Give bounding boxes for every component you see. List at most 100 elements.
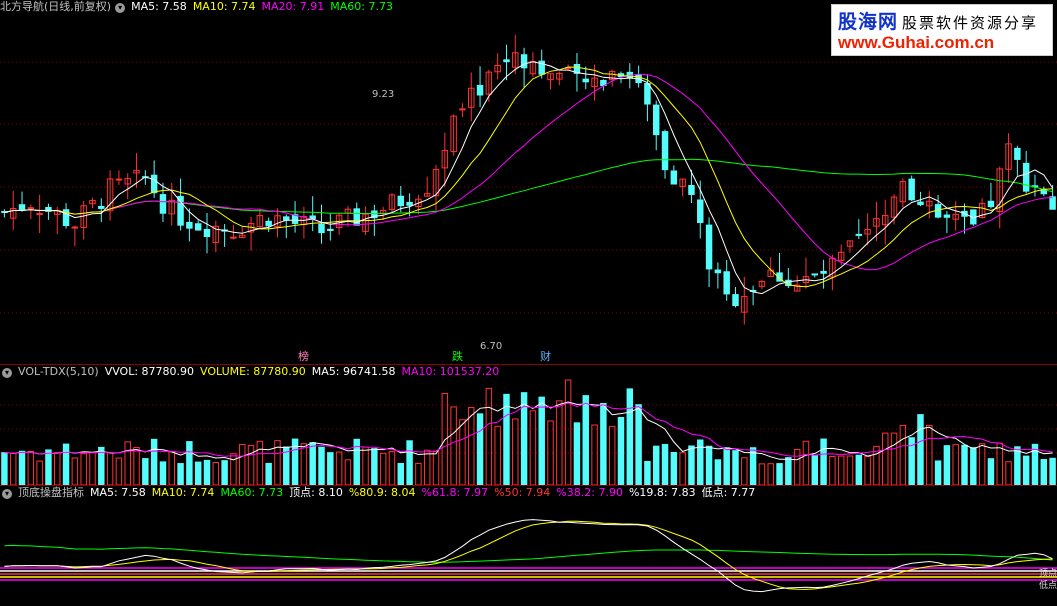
volume-bar [644, 460, 651, 486]
toggle-volume-icon[interactable]: ▾ [2, 368, 12, 378]
volume-bar [335, 451, 343, 486]
stock-chart-window: 北方导航(日线,前复权) ▾ MA5: 7.58 MA10: 7.74 MA20: 7.… [0, 0, 1057, 606]
candle-body [397, 195, 405, 207]
high-price-label: 9.23 [372, 89, 395, 100]
volume-bar [397, 462, 405, 486]
ind-ma10-line [4, 520, 1053, 590]
volume-bar [406, 440, 413, 486]
volume-bar [1049, 457, 1056, 486]
volume-chart[interactable] [0, 365, 1057, 486]
volume-bar [27, 451, 35, 486]
volume-readout: VOLUME: 87780.90 [200, 365, 306, 378]
candle-body [203, 229, 211, 238]
ind-p809: %80.9: 8.04 [348, 486, 416, 499]
ma10-readout: MA10: 7.74 [192, 0, 256, 13]
volume-bar [98, 446, 105, 486]
volume-bar [882, 432, 889, 486]
volume-bar [309, 442, 316, 486]
candle-body [186, 221, 193, 229]
ma20-line [4, 73, 1053, 271]
volume-bar [864, 456, 871, 486]
indicator-panel[interactable]: ▾ 顶底操盘指标 MA5: 7.58 MA10: 7.74 MA60: 7.73 顶点: … [0, 485, 1057, 606]
volume-header: ▾ VOL-TDX(5,10) VVOL: 87780.90 VOLUME: 8778… [0, 365, 505, 379]
vol-title: VOL-TDX(5,10) [18, 365, 99, 378]
volume-bar [961, 444, 968, 486]
event-marker-die[interactable]: 跌 [452, 348, 463, 364]
candle-body [159, 194, 167, 214]
volume-bar [71, 457, 79, 486]
volume-bar [767, 463, 774, 486]
volume-bar [688, 445, 695, 486]
volume-bar [265, 462, 272, 486]
price-panel[interactable]: 北方导航(日线,前复权) ▾ MA5: 7.58 MA10: 7.74 MA20: 7.… [0, 0, 1057, 364]
volume-bar [970, 447, 977, 486]
volume-bar [732, 450, 739, 486]
candle-body [820, 270, 827, 274]
candle-body [644, 82, 651, 105]
volume-bar [802, 440, 810, 486]
ind-title: 顶底操盘指标 [18, 486, 84, 499]
candle-body [697, 199, 704, 223]
vvol-readout: VVOL: 87780.90 [104, 365, 195, 378]
volume-bar [203, 459, 211, 486]
event-marker-bang[interactable]: 榜 [298, 348, 309, 364]
volume-bar [432, 450, 440, 486]
volume-bar [899, 424, 907, 486]
ind-ma5: MA5: 7.58 [90, 486, 146, 499]
volume-bar [723, 447, 730, 486]
volume-bar [36, 460, 43, 486]
event-marker-cai[interactable]: 财 [540, 348, 551, 364]
stock-title: 北方导航(日线,前复权) [0, 0, 112, 13]
ind-low: 低点: 7.77 [701, 486, 756, 499]
toggle-indicator-icon[interactable]: ▾ [115, 3, 126, 13]
volume-bar [9, 453, 17, 486]
indicator-chart[interactable] [0, 486, 1057, 606]
indicator-header: ▾ 顶底操盘指标 MA5: 7.58 MA10: 7.74 MA60: 7.73 顶点: … [0, 486, 761, 500]
volume-bar [820, 438, 827, 486]
volume-bar [661, 444, 669, 486]
candle-body [811, 273, 819, 276]
logo-url: www.Guhai.com.cn [838, 33, 995, 52]
volume-bar [600, 402, 607, 486]
volume-bar [952, 444, 959, 486]
volume-bar [582, 395, 589, 486]
volume-bar [635, 404, 642, 486]
volume-bar [837, 455, 845, 486]
candle-body [714, 269, 722, 274]
volume-bar [556, 400, 563, 486]
ma10-line [4, 66, 1053, 288]
volume-bar [230, 453, 237, 486]
volume-bar [538, 396, 545, 486]
volume-bar [212, 462, 220, 486]
ind-top: 顶点: 8.10 [289, 486, 343, 499]
volume-panel[interactable]: ▾ VOL-TDX(5,10) VVOL: 87780.90 VOLUME: 8778… [0, 364, 1057, 486]
volume-bar [388, 451, 396, 486]
ind-p382: %38.2: 7.90 [556, 486, 623, 499]
volume-bar [934, 460, 942, 486]
volume-bar [256, 440, 264, 486]
volume-bar [194, 461, 202, 486]
volume-bar [705, 445, 713, 486]
candle-body [670, 170, 678, 185]
volume-bar [115, 457, 123, 486]
volume-bar [652, 445, 660, 486]
volume-bar [855, 454, 863, 486]
toggle-indicator-panel-icon[interactable]: ▾ [2, 489, 12, 499]
vol-ma5-readout: MA5: 96741.58 [311, 365, 396, 378]
volume-bar [873, 445, 880, 486]
candle-body [265, 220, 272, 227]
volume-bar [423, 449, 431, 486]
volume-bar [670, 451, 678, 486]
volume-bar [124, 441, 131, 486]
volume-bar [626, 388, 634, 486]
candle-body [723, 271, 730, 295]
logo-name: 股海网 [838, 11, 899, 33]
candle-body [150, 174, 158, 194]
volume-bar [714, 459, 722, 486]
candle-body [283, 216, 290, 221]
candle-body [36, 213, 43, 216]
candle-body [18, 204, 26, 211]
volume-bar [1014, 446, 1021, 486]
volume-bar [89, 451, 96, 486]
volume-bar [468, 407, 475, 486]
